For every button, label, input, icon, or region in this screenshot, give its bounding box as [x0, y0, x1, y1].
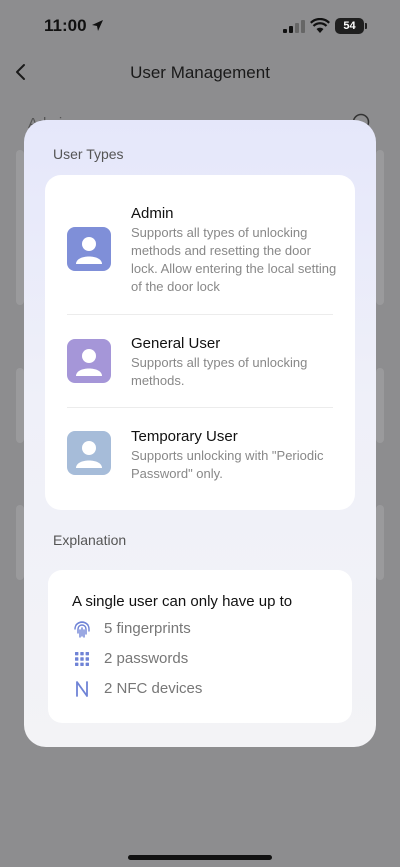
limit-label: 2 passwords — [104, 650, 189, 667]
status-time: 11:00 — [44, 16, 87, 35]
admin-avatar-icon — [67, 227, 111, 271]
background-card-right — [376, 505, 384, 580]
user-type-name: Admin — [131, 205, 174, 222]
divider — [67, 314, 333, 315]
user-type-description: Supports all types of unlocking methods. — [131, 355, 308, 388]
home-indicator[interactable] — [128, 855, 272, 860]
cellular-signal-icon — [283, 20, 305, 33]
wifi-icon — [310, 18, 330, 33]
background-card-left — [16, 505, 24, 580]
limit-label: 5 fingerprints — [104, 620, 191, 637]
background-card-right — [376, 150, 384, 305]
divider — [67, 407, 333, 408]
fingerprint-icon — [74, 621, 90, 638]
temporary-user-avatar-icon — [67, 431, 111, 475]
nfc-icon — [76, 681, 88, 697]
battery-indicator: 54 — [335, 18, 367, 34]
user-types-sheet: User Types Admin Supports all types of u… — [24, 120, 376, 747]
explanation-card: A single user can only have up to 5 fing… — [48, 570, 352, 723]
keypad-icon — [75, 652, 89, 666]
user-type-description: Supports all types of unlocking methods … — [131, 225, 337, 294]
background-card-right — [376, 368, 384, 443]
user-type-description: Supports unlocking with "Periodic Passwo… — [131, 448, 324, 481]
page-title: User Management — [130, 63, 270, 82]
limit-label: 2 NFC devices — [104, 680, 203, 697]
user-type-name: General User — [131, 335, 221, 352]
status-bar: 11:00 54 — [0, 0, 400, 54]
explanation-heading: A single user can only have up to — [72, 593, 293, 610]
background-card-left — [16, 150, 24, 305]
location-arrow-icon — [92, 20, 103, 31]
background-card-left — [16, 368, 24, 443]
user-type-name: Temporary User — [131, 428, 238, 445]
explanation-section-title: Explanation — [53, 532, 127, 548]
user-types-section-title: User Types — [53, 146, 124, 162]
general-user-avatar-icon — [67, 339, 111, 383]
user-types-card: Admin Supports all types of unlocking me… — [45, 175, 355, 510]
